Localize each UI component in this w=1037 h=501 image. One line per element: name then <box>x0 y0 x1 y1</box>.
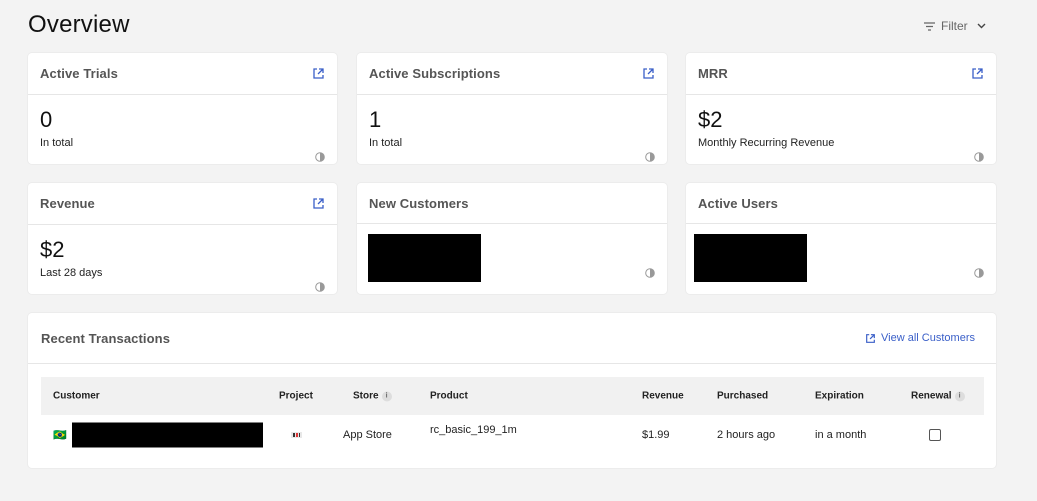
info-icon[interactable] <box>315 152 325 162</box>
table-header: Customer Project Store i Product Revenue … <box>41 377 984 415</box>
chevron-down-icon <box>977 23 986 29</box>
active-trials-card: Active Trials 0 In total <box>28 53 337 164</box>
col-purchased[interactable]: Purchased <box>717 391 768 402</box>
col-expiration[interactable]: Expiration <box>815 391 864 402</box>
view-all-customers-link[interactable]: View all Customers <box>865 332 975 344</box>
active-users-title: Active Users <box>698 195 778 211</box>
filter-label: Filter <box>941 19 968 33</box>
col-product[interactable]: Product <box>430 391 468 402</box>
revenue-card: Revenue $2 Last 28 days <box>28 183 337 294</box>
product-cell: rc_basic_199_1m <box>430 424 517 437</box>
mrr-title: MRR <box>698 66 728 81</box>
info-icon[interactable]: i <box>381 391 392 402</box>
info-icon[interactable] <box>645 268 655 278</box>
active-trials-value: 0 <box>40 107 53 132</box>
external-link-icon <box>866 333 875 343</box>
active-trials-caption: In total <box>40 137 74 149</box>
col-revenue[interactable]: Revenue <box>642 391 684 402</box>
redacted-customer <box>72 422 263 448</box>
info-icon[interactable]: i <box>954 391 965 402</box>
external-link-icon[interactable] <box>642 67 655 80</box>
active-subscriptions-card: Active Subscriptions 1 In total <box>357 53 667 164</box>
revenue-title: Revenue <box>40 196 95 211</box>
col-store-label: Store <box>353 390 379 402</box>
purchased-cell: 2 hours ago <box>717 429 776 441</box>
revenue-caption: Last 28 days <box>40 267 103 279</box>
active-subscriptions-title: Active Subscriptions <box>369 66 501 81</box>
store-cell: App Store <box>343 429 392 441</box>
info-icon[interactable] <box>974 268 984 278</box>
active-users-card: Active Users <box>686 183 996 294</box>
expiration-cell: in a month <box>815 429 867 441</box>
project-icon <box>291 432 302 438</box>
new-customers-card: New Customers <box>357 183 667 294</box>
external-link-icon[interactable] <box>312 67 325 80</box>
external-link-icon[interactable] <box>971 67 984 80</box>
renewal-checkbox[interactable] <box>929 429 941 441</box>
external-link-icon[interactable] <box>312 197 325 210</box>
new-customers-title: New Customers <box>369 195 469 211</box>
transactions-table: Customer Project Store i Product Revenue … <box>41 377 984 455</box>
active-subscriptions-value: 1 <box>369 107 382 132</box>
filter-icon <box>924 21 935 31</box>
info-icon[interactable] <box>645 152 655 162</box>
info-icon[interactable] <box>974 152 984 162</box>
col-renewal-label: Renewal <box>911 390 952 402</box>
mrr-card: MRR $2 Monthly Recurring Revenue <box>686 53 996 164</box>
recent-transactions-card: Recent Transactions View all Customers C… <box>28 313 996 468</box>
col-store[interactable]: Store i <box>353 391 392 402</box>
active-trials-title: Active Trials <box>40 66 118 81</box>
country-flag-icon: 🇧🇷 <box>53 429 67 442</box>
filter-button[interactable]: Filter <box>924 19 986 33</box>
mrr-value: $2 <box>698 107 723 132</box>
revenue-cell: $1.99 <box>642 429 670 441</box>
recent-transactions-title: Recent Transactions <box>41 330 171 346</box>
col-renewal[interactable]: Renewal i <box>911 391 965 402</box>
mrr-caption: Monthly Recurring Revenue <box>698 137 835 149</box>
redacted-block <box>694 234 807 282</box>
col-customer[interactable]: Customer <box>53 391 100 402</box>
view-all-label: View all Customers <box>881 332 975 344</box>
col-project[interactable]: Project <box>279 391 313 402</box>
active-subscriptions-caption: In total <box>369 137 403 149</box>
table-row[interactable]: 🇧🇷 App Store rc_basic_199_1m $1.99 2 hou… <box>41 415 984 455</box>
redacted-block <box>368 234 481 282</box>
page-title: Overview <box>28 11 130 38</box>
revenue-value: $2 <box>40 237 65 262</box>
info-icon[interactable] <box>315 282 325 292</box>
